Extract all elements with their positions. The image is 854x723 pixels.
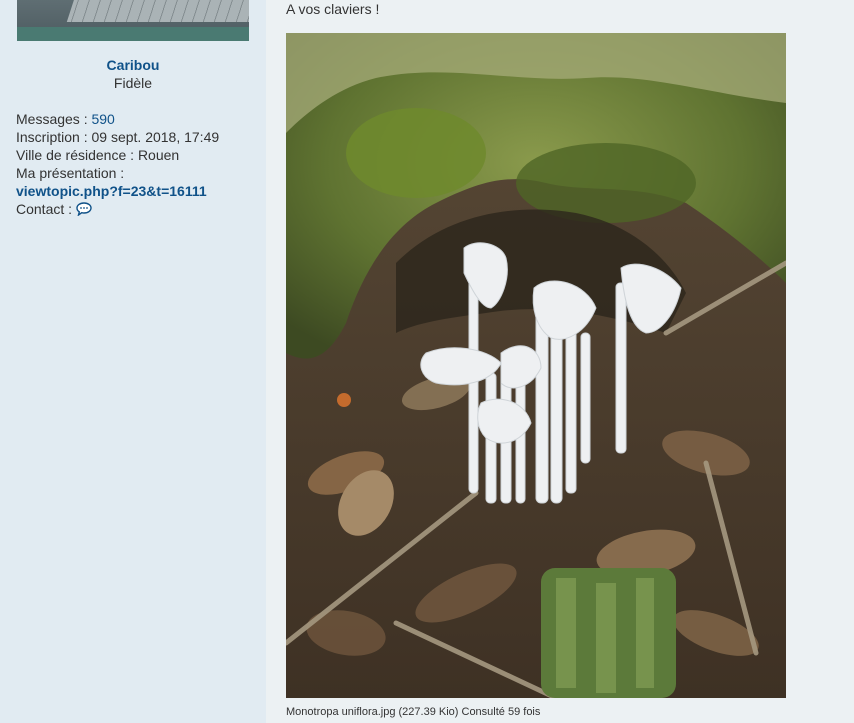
joined-row: Inscription : 09 sept. 2018, 17:49: [16, 128, 219, 146]
avatar-roof-lines: [60, 0, 249, 22]
contact-row: Contact :: [16, 200, 219, 220]
attachment-image[interactable]: [286, 33, 786, 698]
messages-count-link[interactable]: 590: [91, 111, 114, 127]
joined-value: 09 sept. 2018, 17:49: [91, 129, 220, 145]
city-value: Rouen: [137, 147, 180, 163]
username[interactable]: Caribou: [0, 57, 266, 73]
messages-row: Messages : 590: [16, 110, 219, 128]
city-row: Ville de résidence : Rouen: [16, 146, 219, 164]
contact-label: Contact :: [16, 201, 76, 217]
avatar-ground: [17, 27, 249, 41]
presentation-row: viewtopic.php?f=23&t=16111: [16, 182, 219, 200]
monotropa-photo-illustration: [286, 33, 786, 698]
profile-info: Messages : 590 Inscription : 09 sept. 20…: [16, 110, 219, 220]
attachment-caption: Monotropa uniflora.jpg (227.39 Kio) Cons…: [286, 706, 541, 718]
city-label: Ville de résidence :: [16, 147, 138, 163]
speech-bubble-icon[interactable]: [76, 202, 92, 220]
avatar[interactable]: [17, 0, 249, 41]
presentation-link[interactable]: viewtopic.php?f=23&t=16111: [16, 183, 207, 199]
poster-profile: Caribou Fidèle Messages : 590 Inscriptio…: [0, 0, 266, 723]
joined-label: Inscription :: [16, 129, 92, 145]
user-rank: Fidèle: [113, 75, 153, 91]
messages-label: Messages :: [16, 111, 92, 127]
presentation-label: Ma présentation :: [16, 165, 125, 181]
post-body-text: A vos claviers !: [286, 1, 380, 17]
